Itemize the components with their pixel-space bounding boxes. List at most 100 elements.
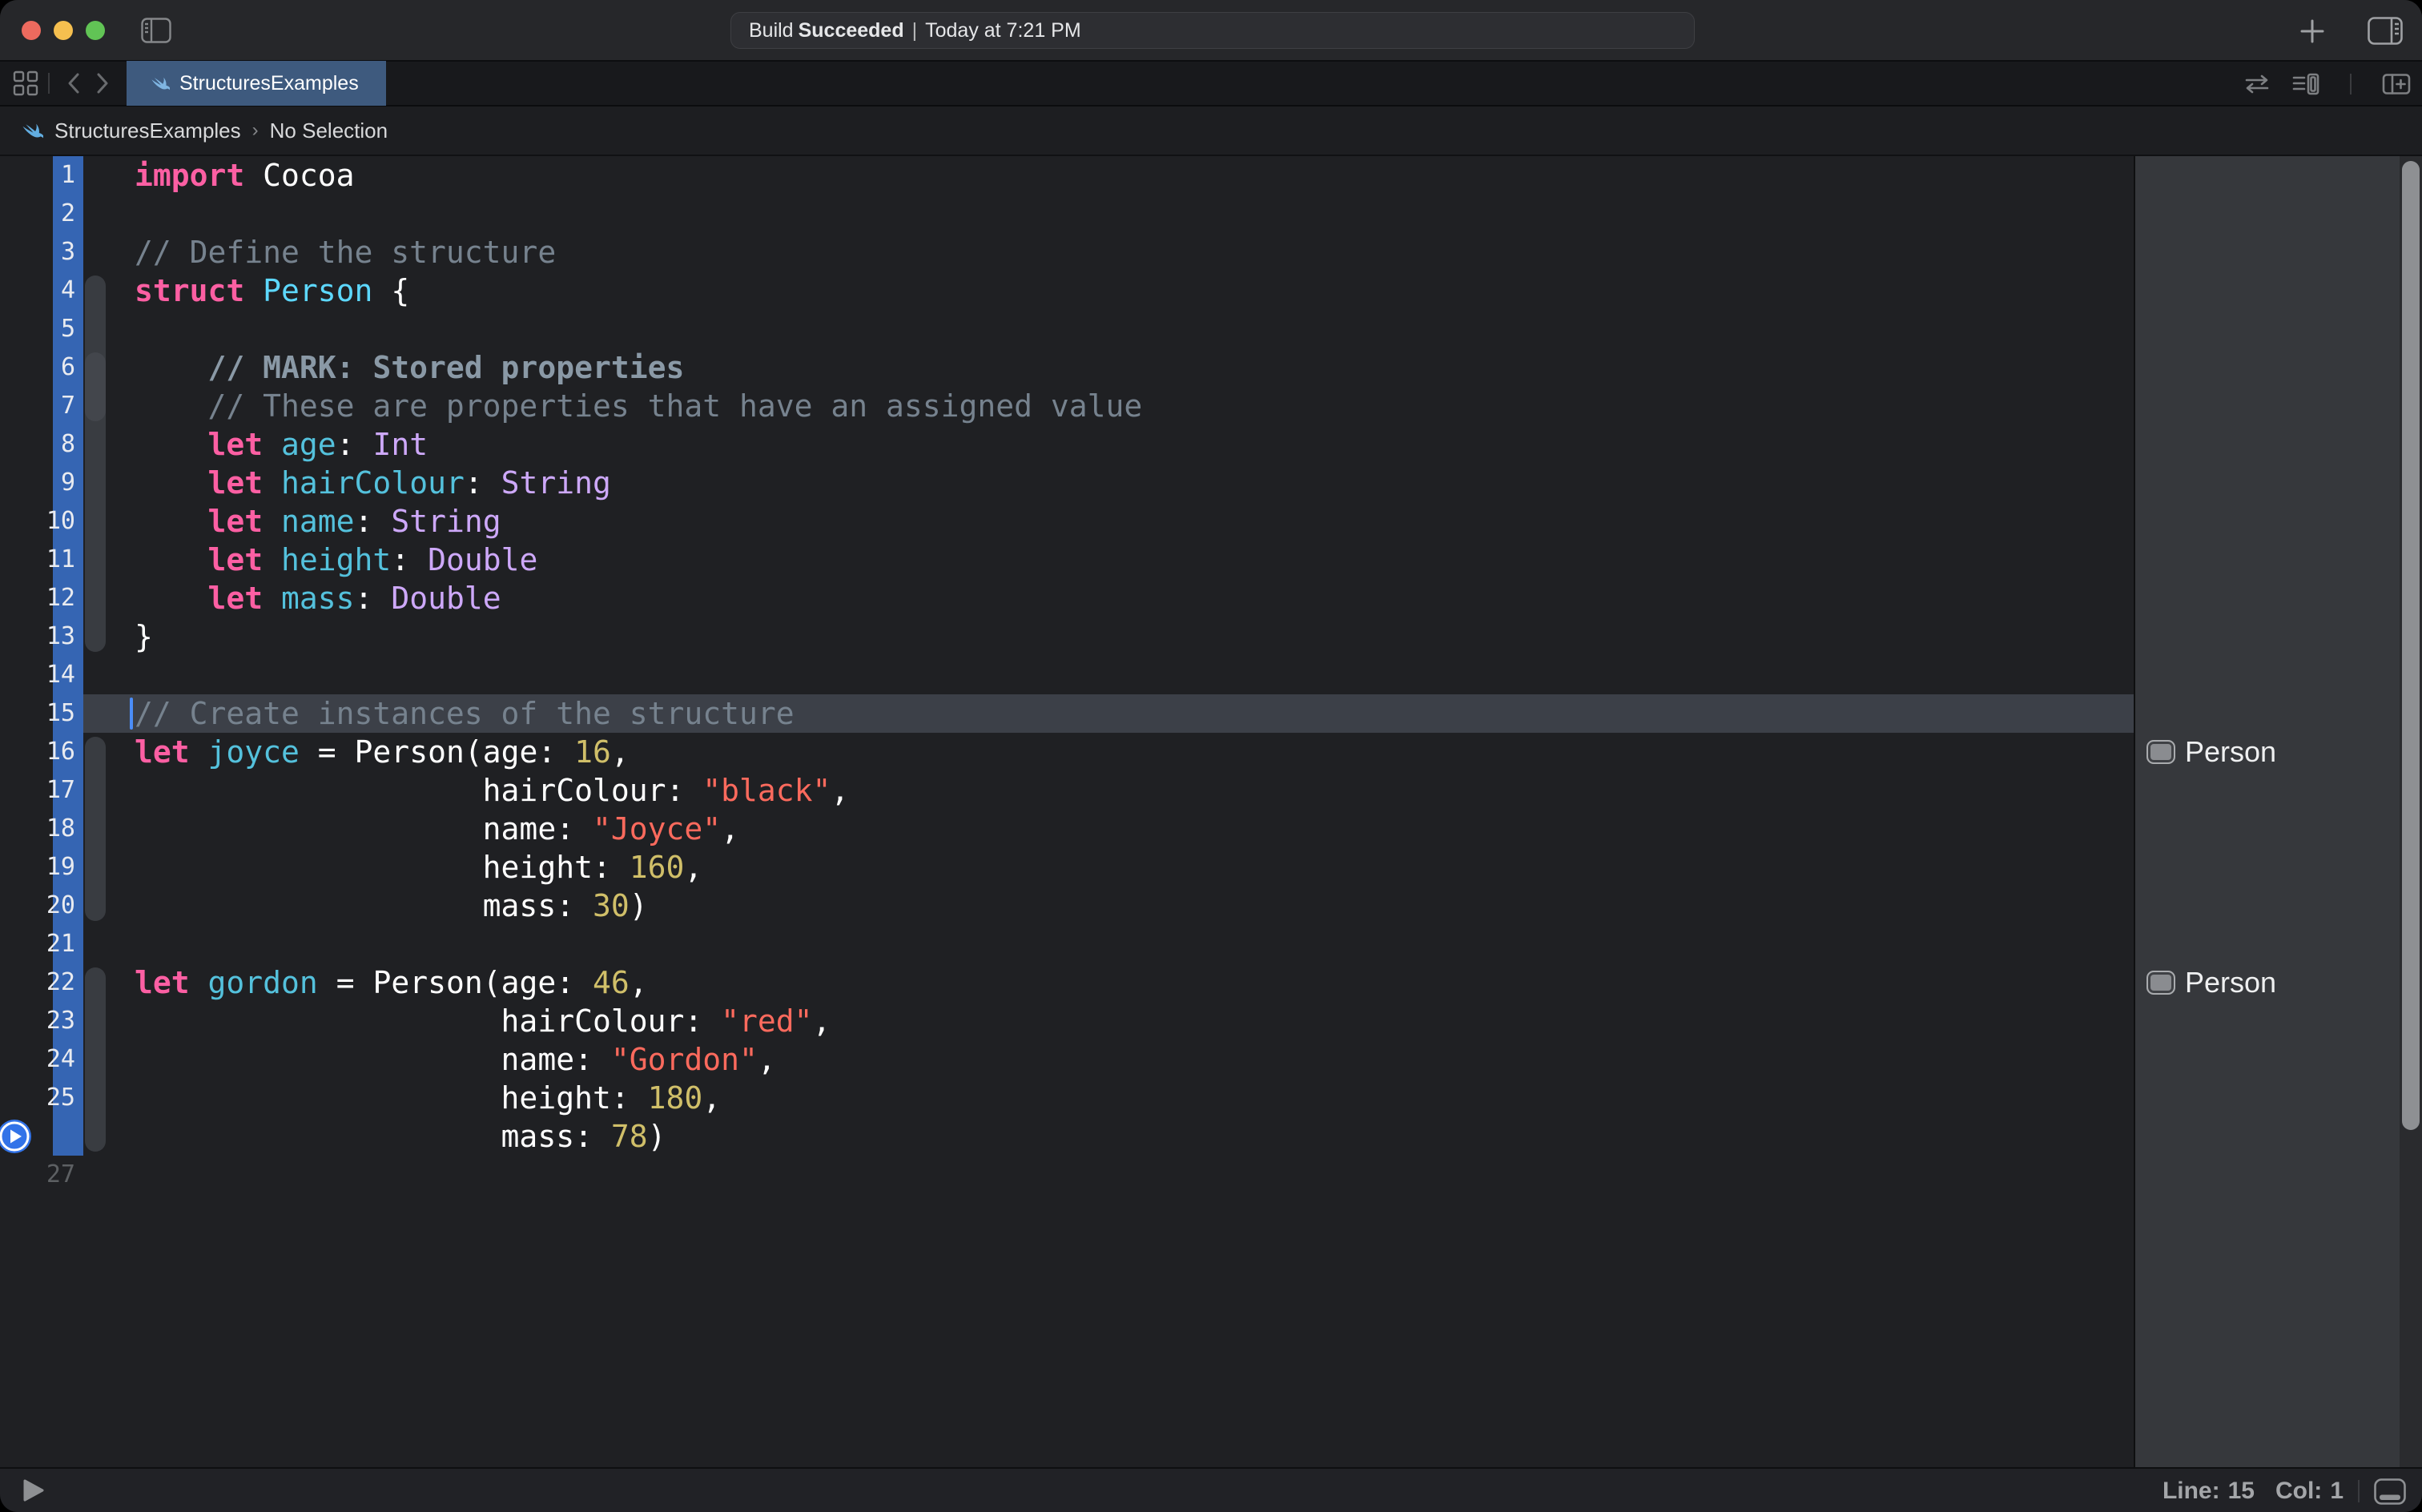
line-number: 27 <box>46 1160 75 1188</box>
add-button[interactable] <box>2299 18 2326 45</box>
code-content[interactable]: import Cocoa// Define the structurestruc… <box>135 156 1142 1194</box>
close-button[interactable] <box>22 21 41 40</box>
gutter-line-26[interactable] <box>0 1117 83 1156</box>
activity-status-pill[interactable]: Build Succeeded | Today at 7:21 PM <box>730 12 1695 49</box>
divider <box>2350 74 2352 94</box>
gutter-line-2[interactable]: 2 <box>0 195 83 233</box>
fold-region-indicator[interactable] <box>85 352 106 421</box>
gutter-line-16[interactable]: 16 <box>0 733 83 771</box>
divider <box>2358 1480 2360 1502</box>
gutter-line-23[interactable]: 23 <box>0 1002 83 1040</box>
line-number: 3 <box>61 238 75 266</box>
gutter-line-1[interactable]: 1 <box>0 156 83 195</box>
code-line-27 <box>135 1156 1142 1194</box>
breadcrumb-selection[interactable]: No Selection <box>270 119 388 143</box>
swift-icon <box>146 72 170 94</box>
result-row-2[interactable]: Person <box>2135 963 2400 1002</box>
debug-bar: Line: 15 Col: 1 <box>0 1467 2422 1512</box>
fold-region-indicator[interactable] <box>85 967 106 1152</box>
code-line-3: // Define the structure <box>135 233 1142 271</box>
scrollbar-thumb[interactable] <box>2402 161 2420 1130</box>
tab-overview-icon[interactable] <box>13 70 38 96</box>
fold-region-indicator[interactable] <box>85 275 106 652</box>
gutter-line-3[interactable]: 3 <box>0 233 83 271</box>
toggle-left-sidebar-icon[interactable] <box>141 18 171 43</box>
result-row-1[interactable]: Person <box>2135 733 2400 771</box>
line-number-gutter[interactable]: 1234567891011121314151617181920212223242… <box>0 156 83 1194</box>
build-status-word: Succeeded <box>799 19 904 42</box>
gutter-line-25[interactable]: 25 <box>0 1079 83 1117</box>
scrollbar-track[interactable] <box>2400 156 2422 1467</box>
gutter-line-6[interactable]: 6 <box>0 348 83 387</box>
code-line-26: mass: 78) <box>135 1117 1142 1156</box>
code-line-16: let joyce = Person(age: 16, <box>135 733 1142 771</box>
gutter-line-5[interactable]: 5 <box>0 310 83 348</box>
fold-region-indicator[interactable] <box>85 737 106 921</box>
tab-bar: StructuresExamples <box>0 62 2422 107</box>
run-playground-icon[interactable] <box>22 1478 45 1502</box>
minimize-button[interactable] <box>54 21 73 40</box>
gutter-line-20[interactable]: 20 <box>0 887 83 925</box>
gutter-line-27[interactable]: 27 <box>0 1156 83 1194</box>
code-line-11: let height: Double <box>135 541 1142 579</box>
toggle-bottom-panel-icon[interactable] <box>2374 1478 2406 1505</box>
gutter-line-17[interactable]: 17 <box>0 771 83 810</box>
line-number: 1 <box>61 161 75 189</box>
code-line-23: hairColour: "red", <box>135 1002 1142 1040</box>
gutter-line-18[interactable]: 18 <box>0 810 83 848</box>
code-line-25: height: 180, <box>135 1079 1142 1117</box>
code-line-2 <box>135 195 1142 233</box>
gutter-line-14[interactable]: 14 <box>0 656 83 694</box>
line-number: 19 <box>46 853 75 881</box>
line-number: 24 <box>46 1045 75 1073</box>
text-cursor <box>130 698 133 730</box>
add-editor-icon[interactable] <box>2382 73 2411 95</box>
gutter-line-7[interactable]: 7 <box>0 387 83 425</box>
gutter-line-13[interactable]: 13 <box>0 617 83 656</box>
gutter-line-22[interactable]: 22 <box>0 963 83 1002</box>
gutter-line-4[interactable]: 4 <box>0 271 83 310</box>
titlebar: Build Succeeded | Today at 7:21 PM <box>0 0 2422 62</box>
divider <box>48 73 50 94</box>
breadcrumb-file[interactable]: StructuresExamples <box>54 119 241 143</box>
gutter-line-12[interactable]: 12 <box>0 579 83 617</box>
gutter-line-8[interactable]: 8 <box>0 425 83 464</box>
code-line-9: let hairColour: String <box>135 464 1142 502</box>
source-editor[interactable]: 1234567891011121314151617181920212223242… <box>0 156 2134 1467</box>
code-line-21 <box>135 925 1142 963</box>
line-number: 13 <box>46 622 75 650</box>
gutter-line-10[interactable]: 10 <box>0 502 83 541</box>
gutter-line-21[interactable]: 21 <box>0 925 83 963</box>
toggle-right-inspector-icon[interactable] <box>2368 17 2403 45</box>
navigate-back-icon[interactable] <box>64 71 83 95</box>
code-line-12: let mass: Double <box>135 579 1142 617</box>
code-line-5 <box>135 310 1142 348</box>
tab-structures-examples[interactable]: StructuresExamples <box>127 61 386 106</box>
gutter-line-19[interactable]: 19 <box>0 848 83 887</box>
code-line-20: mass: 30) <box>135 887 1142 925</box>
swift-icon <box>16 118 43 143</box>
line-number: 9 <box>61 468 75 497</box>
gutter-line-24[interactable]: 24 <box>0 1040 83 1079</box>
editor-options-icon[interactable] <box>2292 73 2319 95</box>
run-to-line-play-button[interactable] <box>0 1119 32 1154</box>
line-number: 16 <box>46 738 75 766</box>
swap-editors-icon[interactable] <box>2243 74 2271 94</box>
gutter-line-9[interactable]: 9 <box>0 464 83 502</box>
line-number: 20 <box>46 891 75 919</box>
line-number: 11 <box>46 545 75 573</box>
code-line-6: // MARK: Stored properties <box>135 348 1142 387</box>
gutter-line-15[interactable]: 15 <box>0 694 83 733</box>
gutter-line-11[interactable]: 11 <box>0 541 83 579</box>
navigate-forward-icon[interactable] <box>93 71 112 95</box>
col-value: 1 <box>2330 1478 2344 1505</box>
code-line-1: import Cocoa <box>135 156 1142 195</box>
zoom-button[interactable] <box>86 21 105 40</box>
build-status-prefix: Build <box>749 19 794 42</box>
result-type-label: Person <box>2185 735 2276 769</box>
result-type-badge-icon <box>2146 740 2175 764</box>
line-number: 14 <box>46 661 75 689</box>
line-number: 7 <box>61 392 75 420</box>
code-line-8: let age: Int <box>135 425 1142 464</box>
jump-bar: StructuresExamples › No Selection <box>0 107 2422 156</box>
